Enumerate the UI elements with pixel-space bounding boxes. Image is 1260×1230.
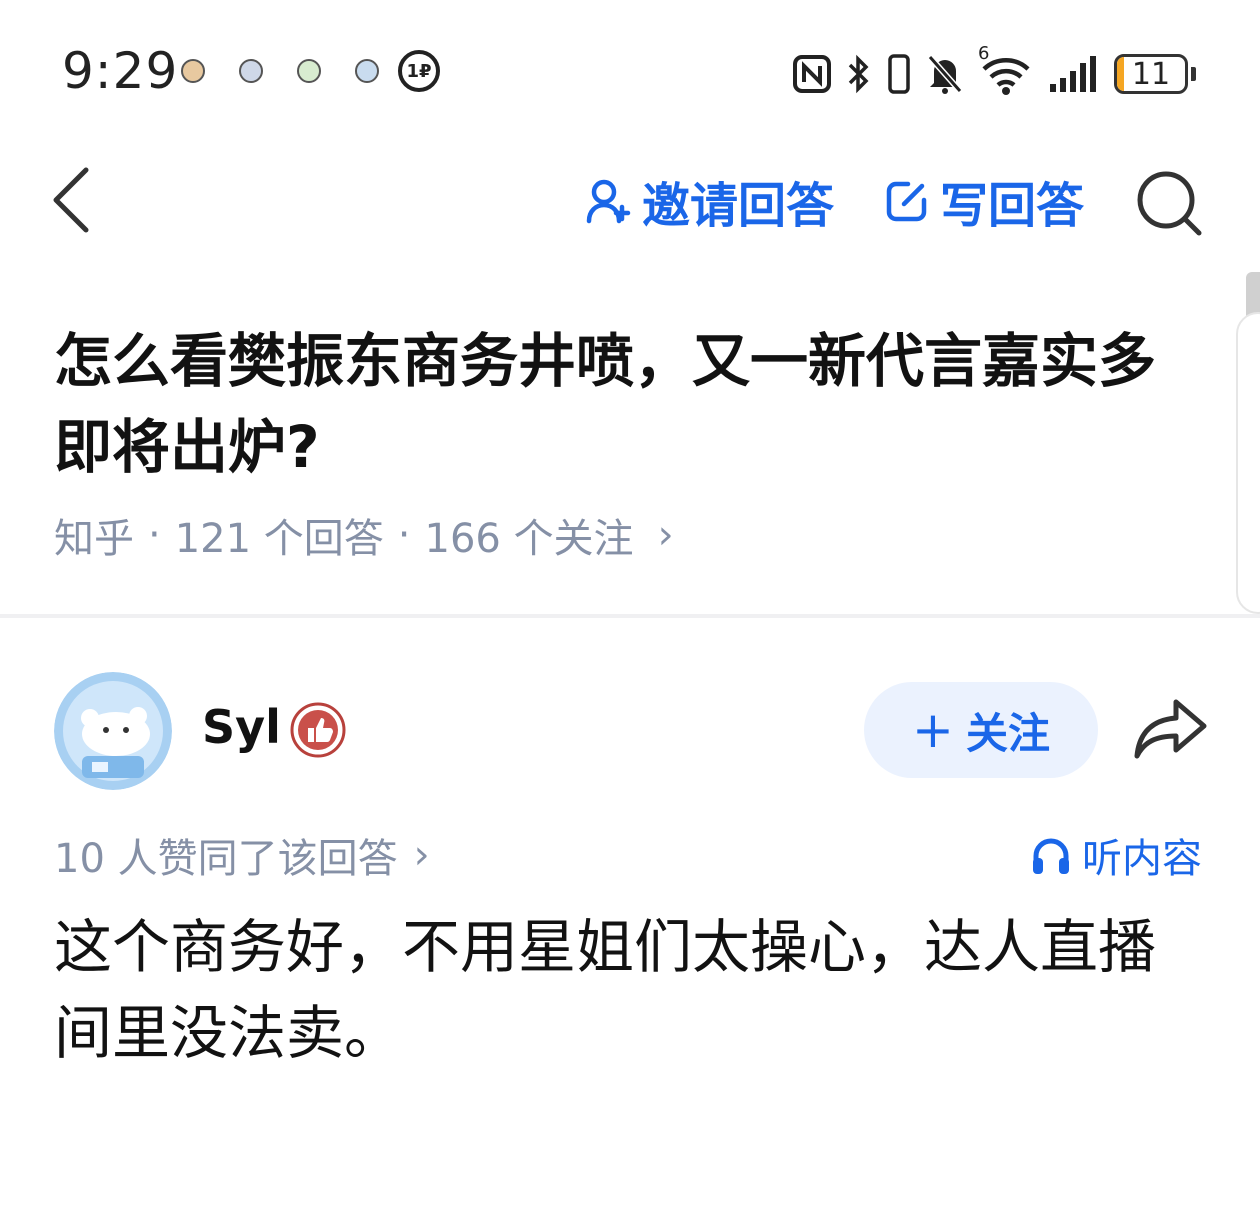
invite-user-icon [586, 179, 631, 224]
meta-separator: · [148, 512, 161, 558]
notification-badge-icon: 1₽ [398, 50, 440, 92]
agree-count-text: 10 人赞同了该回答 [54, 836, 398, 882]
wifi-generation-label: 6 [978, 43, 990, 64]
author-badge-icon [290, 702, 346, 758]
notification-app-icon-3 [294, 56, 324, 86]
answer-content[interactable]: 这个商务好，不用星姐们太操心，达人直播间里没法卖。 [54, 904, 1204, 1076]
avatar-image [54, 672, 172, 790]
chevron-right-icon: › [657, 512, 674, 558]
battery-indicator: 11 [1114, 54, 1196, 94]
headphones-icon [1033, 838, 1069, 874]
invite-answer-button[interactable]: 邀请回答 [586, 170, 834, 234]
search-icon [1137, 171, 1202, 236]
follower-count: 166 个关注 [424, 516, 634, 562]
question-meta[interactable]: 知乎 · 121 个回答 · 166 个关注 › [54, 506, 674, 564]
system-icons: 6 11 [792, 43, 1196, 102]
follow-label: 关注 [965, 708, 1050, 758]
share-icon [1134, 699, 1207, 759]
wifi-icon: 6 [978, 43, 1034, 97]
listen-button[interactable]: 听内容 [1030, 826, 1202, 884]
mute-icon [927, 55, 963, 94]
chevron-right-icon: › [413, 832, 430, 878]
question-source: 知乎 [54, 516, 134, 562]
avatar[interactable] [54, 672, 172, 790]
battery-body: 11 [1114, 54, 1188, 94]
write-answer-button[interactable]: 写回答 [884, 170, 1084, 234]
section-divider [0, 614, 1260, 618]
status-bar: 9:29 1₽ 6 11 [0, 0, 1260, 140]
author-name[interactable]: Syl [202, 700, 281, 754]
invite-answer-label: 邀请回答 [642, 178, 835, 234]
edit-icon [886, 181, 927, 222]
follow-button[interactable]: + 关注 [864, 682, 1098, 778]
status-time: 9:29 [62, 42, 179, 100]
notification-app-icon-1 [178, 56, 208, 86]
meta-separator: · [397, 512, 411, 558]
write-answer-label: 写回答 [940, 178, 1085, 234]
answer-count: 121 个回答 [174, 516, 384, 562]
vibrate-icon [888, 54, 910, 94]
side-panel-edge[interactable] [1236, 312, 1260, 614]
question-title[interactable]: 怎么看樊振东商务井喷，又一新代言嘉实多即将出炉? [54, 318, 1184, 490]
listen-label: 听内容 [1082, 836, 1202, 882]
battery-level: 11 [1131, 56, 1171, 92]
notification-app-icon-4 [352, 56, 382, 86]
bluetooth-icon [848, 54, 869, 94]
chevron-left-icon [53, 167, 89, 233]
notification-app-icon-2 [236, 56, 266, 86]
search-button[interactable] [1132, 166, 1206, 240]
battery-cap [1191, 67, 1196, 81]
battery-fill [1117, 57, 1125, 91]
plus-icon: + [912, 701, 954, 759]
signal-icon [1050, 56, 1096, 92]
agree-count-line[interactable]: 10 人赞同了该回答 › [54, 826, 430, 884]
share-button[interactable] [1132, 694, 1210, 764]
back-button[interactable] [40, 160, 110, 240]
nfc-icon [793, 55, 831, 93]
